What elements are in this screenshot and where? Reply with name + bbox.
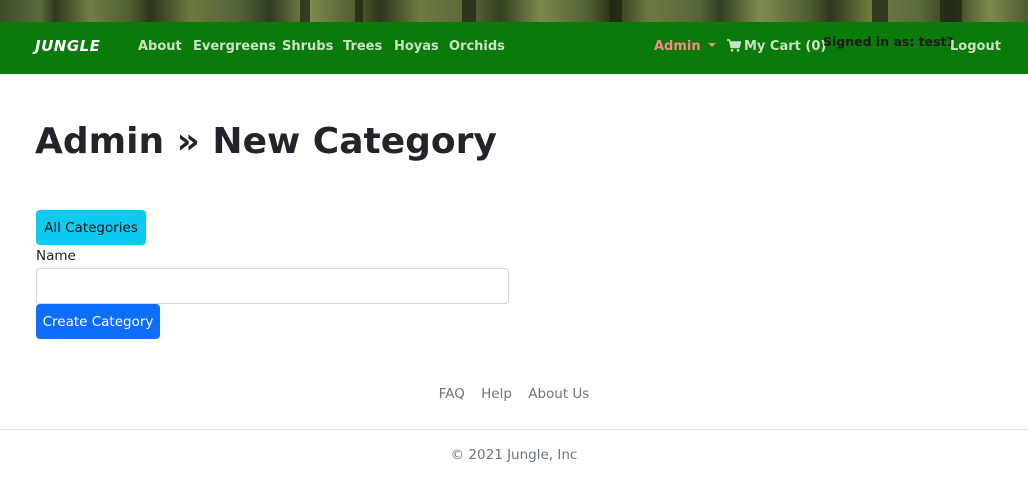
footer-links: FAQ Help About Us — [0, 386, 1028, 402]
nav-link-shrubs[interactable]: Shrubs — [282, 39, 333, 54]
nav-link-evergreens[interactable]: Evergreens — [193, 39, 276, 54]
tree-trunk — [610, 0, 622, 22]
name-field-label: Name — [36, 248, 76, 264]
create-category-button[interactable]: Create Category — [36, 304, 160, 339]
tree-trunk — [355, 0, 363, 22]
nav-link-orchids[interactable]: Orchids — [449, 39, 505, 54]
admin-dropdown-toggle[interactable]: Admin — [654, 39, 716, 54]
my-cart-link[interactable]: My Cart (0) — [727, 39, 826, 54]
logout-link[interactable]: Logout — [950, 39, 1001, 54]
footer-link-help[interactable]: Help — [481, 386, 512, 402]
admin-dropdown-label: Admin — [654, 39, 701, 54]
tree-trunk — [872, 0, 888, 22]
page-title: Admin » New Category — [35, 121, 497, 162]
tree-trunk — [300, 0, 310, 22]
footer-link-about-us[interactable]: About Us — [528, 386, 589, 402]
header-forest-banner — [0, 0, 1028, 22]
nav-link-hoyas[interactable]: Hoyas — [394, 39, 439, 54]
signed-in-status: Signed in as: test1 — [823, 34, 956, 49]
my-cart-label: My Cart (0) — [744, 39, 827, 54]
nav-link-about[interactable]: About — [138, 39, 182, 54]
caret-down-icon — [707, 43, 716, 47]
main-navbar: JUNGLE About Evergreens Shrubs Trees Hoy… — [0, 22, 1028, 74]
category-name-input[interactable] — [36, 268, 509, 304]
footer-divider — [0, 429, 1028, 430]
brand-logo-link[interactable]: JUNGLE — [35, 37, 100, 55]
tree-trunk — [940, 0, 962, 22]
shopping-cart-icon — [727, 39, 741, 52]
tree-trunk — [462, 0, 476, 22]
all-categories-button[interactable]: All Categories — [36, 210, 146, 245]
footer-link-faq[interactable]: FAQ — [439, 386, 465, 402]
nav-link-trees[interactable]: Trees — [343, 39, 382, 54]
copyright-text: © 2021 Jungle, Inc — [450, 447, 578, 463]
